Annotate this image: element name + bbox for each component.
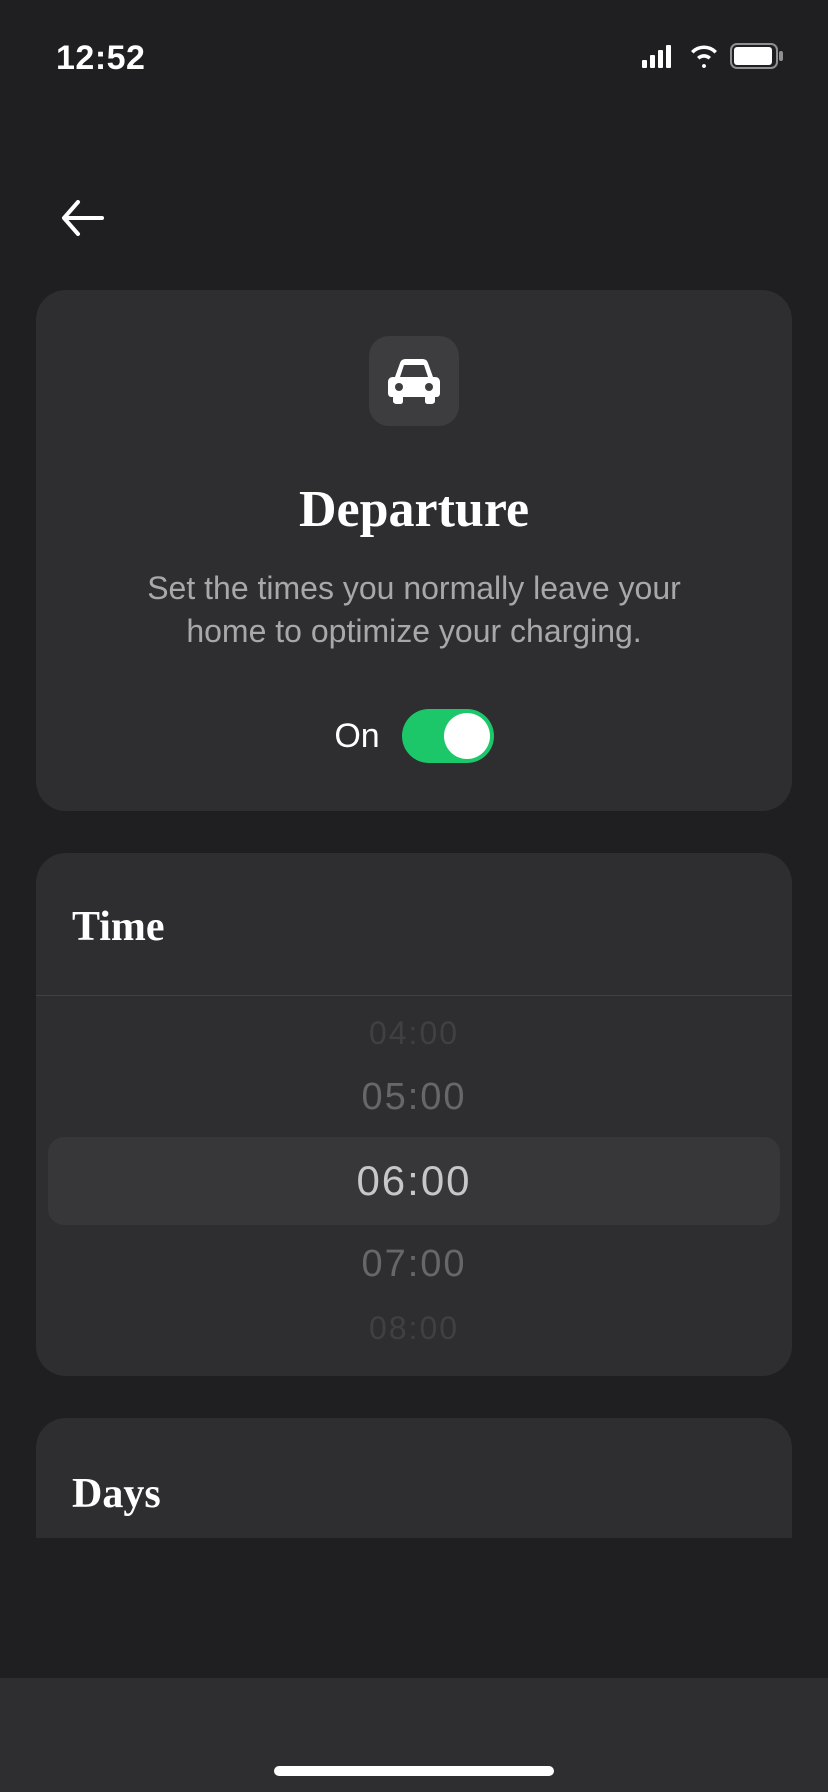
status-bar: 12:52 (0, 0, 828, 88)
toggle-label: On (334, 717, 379, 756)
status-time: 12:52 (56, 39, 145, 78)
wifi-icon (688, 44, 720, 73)
home-indicator[interactable] (274, 1766, 554, 1776)
page-title: Departure (106, 480, 722, 539)
time-option[interactable]: 05:00 (48, 1064, 780, 1131)
time-option-selected[interactable]: 06:00 (48, 1137, 780, 1225)
time-option[interactable]: 04:00 (48, 1003, 780, 1064)
time-section-title: Time (36, 853, 792, 996)
cellular-icon (642, 44, 678, 73)
back-button[interactable] (60, 188, 120, 248)
time-option[interactable]: 08:00 (48, 1298, 780, 1359)
time-option[interactable]: 07:00 (48, 1231, 780, 1298)
car-icon-tile (369, 336, 459, 426)
status-icons (642, 43, 786, 74)
time-picker[interactable]: 04:00 05:00 06:00 07:00 08:00 (36, 996, 792, 1376)
departure-toggle-row: On (106, 709, 722, 763)
toggle-thumb (444, 713, 490, 759)
arrow-left-icon (60, 200, 104, 236)
home-indicator-wrap (0, 1766, 828, 1776)
days-card: Days (36, 1418, 792, 1538)
car-icon (385, 357, 443, 405)
time-card: Time 04:00 05:00 06:00 07:00 08:00 (36, 853, 792, 1376)
battery-icon (730, 43, 786, 74)
departure-header-card: Departure Set the times you normally lea… (36, 290, 792, 811)
days-section-title: Days (36, 1418, 792, 1538)
page-description: Set the times you normally leave your ho… (106, 567, 722, 653)
departure-toggle[interactable] (402, 709, 494, 763)
